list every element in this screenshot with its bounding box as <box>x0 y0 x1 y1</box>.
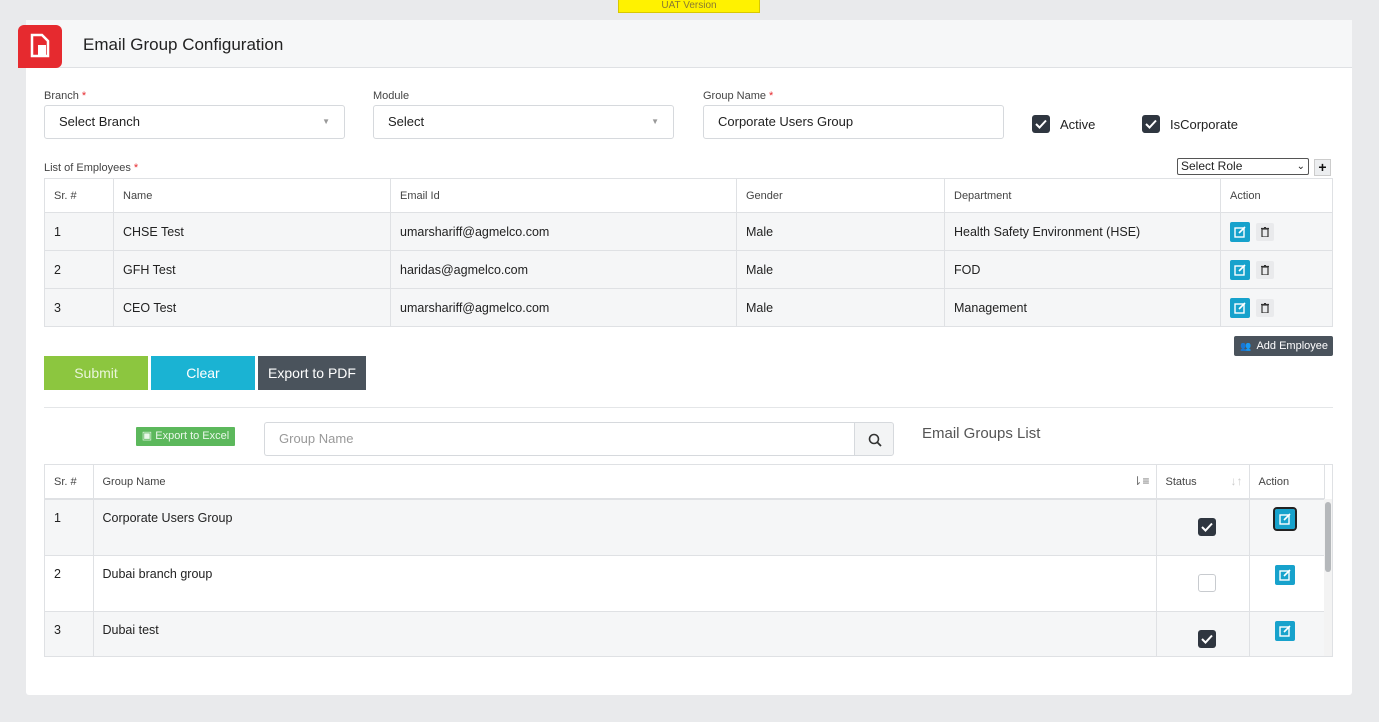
cell-name: GFH Test <box>113 250 391 289</box>
cell-group-name: Dubai branch group <box>93 555 1157 612</box>
submit-button[interactable]: Submit <box>44 356 148 390</box>
edit-icon[interactable] <box>1274 620 1295 641</box>
caret-down-icon: ▼ <box>651 117 659 126</box>
add-role-button[interactable]: + <box>1314 159 1331 176</box>
status-checkbox[interactable] <box>1197 629 1216 648</box>
trash-icon[interactable] <box>1256 298 1274 317</box>
branch-label: Branch * <box>44 90 87 102</box>
cell-action <box>1220 288 1333 327</box>
column-header-group-name[interactable]: Group Name ⇂≡ <box>93 465 1157 500</box>
sort-icon: ⇂≡ <box>1132 474 1150 488</box>
column-header: Name <box>113 178 391 213</box>
cell-gender: Male <box>736 212 945 251</box>
cell-action <box>1249 555 1325 612</box>
cell-sr: 2 <box>45 555 94 612</box>
cell-action <box>1249 611 1325 656</box>
cell-status <box>1156 499 1250 556</box>
cell-sr: 1 <box>44 212 114 251</box>
column-header: Action <box>1220 178 1333 213</box>
active-checkbox[interactable] <box>1032 115 1050 133</box>
cell-department: Health Safety Environment (HSE) <box>944 212 1221 251</box>
uat-version-banner: UAT Version <box>618 0 760 13</box>
group-name-label: Group Name * <box>703 90 774 102</box>
table-scrollbar[interactable] <box>1324 499 1332 656</box>
chevron-down-icon: ⌄ <box>1296 161 1305 172</box>
cell-group-name: Corporate Users Group <box>93 499 1157 556</box>
edit-icon[interactable] <box>1272 507 1297 531</box>
group-name-input[interactable]: Corporate Users Group <box>703 105 1004 139</box>
add-employee-button[interactable]: 👥 Add Employee <box>1234 336 1333 356</box>
group-search-input[interactable]: Group Name <box>264 422 855 456</box>
export-excel-button[interactable]: ▣ Export to Excel <box>136 427 235 446</box>
cell-department: Management <box>944 288 1221 327</box>
cell-name: CHSE Test <box>113 212 391 251</box>
iscorporate-label: IsCorporate <box>1170 117 1238 132</box>
table-row: 1 CHSE Test umarshariff@agmelco.com Male… <box>44 212 1333 251</box>
edit-icon[interactable] <box>1230 297 1250 318</box>
cell-email: umarshariff@agmelco.com <box>390 288 737 327</box>
edit-icon[interactable] <box>1274 564 1295 585</box>
column-header: Gender <box>736 178 945 213</box>
table-row: 2 GFH Test haridas@agmelco.com Male FOD <box>44 250 1333 289</box>
column-header: Email Id <box>390 178 737 213</box>
email-groups-table: Sr. # Group Name ⇂≡ Status ↓↑ Action 1 Cor… <box>44 464 1333 657</box>
cell-gender: Male <box>736 250 945 289</box>
cell-name: CEO Test <box>113 288 391 327</box>
caret-down-icon: ▼ <box>322 117 330 126</box>
cell-email: umarshariff@agmelco.com <box>390 212 737 251</box>
page-title: Email Group Configuration <box>83 35 284 54</box>
clear-button[interactable]: Clear <box>151 356 255 390</box>
iscorporate-checkbox[interactable] <box>1142 115 1160 133</box>
employees-table: Sr. # Name Email Id Gender Department Ac… <box>44 178 1333 327</box>
cell-department: FOD <box>944 250 1221 289</box>
cell-group-name: Dubai test <box>93 611 1157 656</box>
cell-email: haridas@agmelco.com <box>390 250 737 289</box>
table-row: 3 CEO Test umarshariff@agmelco.com Male … <box>44 288 1333 327</box>
excel-icon: ▣ <box>141 430 153 442</box>
edit-icon[interactable] <box>1230 259 1250 280</box>
page-header: Email Group Configuration <box>18 20 1352 68</box>
column-header: Action <box>1249 465 1325 500</box>
active-label: Active <box>1060 117 1096 132</box>
role-select[interactable]: Select Role ⌄ <box>1177 158 1309 175</box>
table-row: 1 Corporate Users Group <box>45 499 1325 556</box>
status-checkbox[interactable] <box>1197 518 1216 536</box>
edit-icon[interactable] <box>1230 221 1250 242</box>
cell-action <box>1249 499 1325 556</box>
table-row: 3 Dubai test <box>45 611 1325 656</box>
module-label: Module <box>373 90 410 102</box>
search-icon[interactable] <box>854 422 894 456</box>
column-header: Department <box>944 178 1221 213</box>
export-pdf-button[interactable]: Export to PDF <box>258 356 366 390</box>
trash-icon[interactable] <box>1256 222 1274 241</box>
cell-status <box>1156 555 1250 612</box>
cell-sr: 1 <box>45 499 94 556</box>
cell-action <box>1220 250 1333 289</box>
module-select[interactable]: Select ▼ <box>373 105 674 139</box>
cell-sr: 3 <box>44 288 114 327</box>
document-icon <box>18 25 62 68</box>
users-icon: 👥 <box>1240 341 1252 351</box>
cell-action <box>1220 212 1333 251</box>
cell-gender: Male <box>736 288 945 327</box>
trash-icon[interactable] <box>1256 260 1274 279</box>
cell-sr: 2 <box>44 250 114 289</box>
email-groups-list-title: Email Groups List <box>922 425 1041 442</box>
cell-status <box>1156 611 1250 656</box>
column-header: Sr. # <box>45 465 94 500</box>
scrollbar-thumb[interactable] <box>1325 502 1331 572</box>
sort-icon: ↓↑ <box>1230 474 1243 488</box>
divider <box>44 407 1333 408</box>
employees-label: List of Employees * <box>44 162 139 174</box>
cell-sr: 3 <box>45 611 94 656</box>
status-checkbox[interactable] <box>1197 573 1216 592</box>
table-row: 2 Dubai branch group <box>45 555 1325 612</box>
column-header: Sr. # <box>44 178 114 213</box>
column-header-status[interactable]: Status ↓↑ <box>1156 465 1250 500</box>
branch-select[interactable]: Select Branch ▼ <box>44 105 345 139</box>
